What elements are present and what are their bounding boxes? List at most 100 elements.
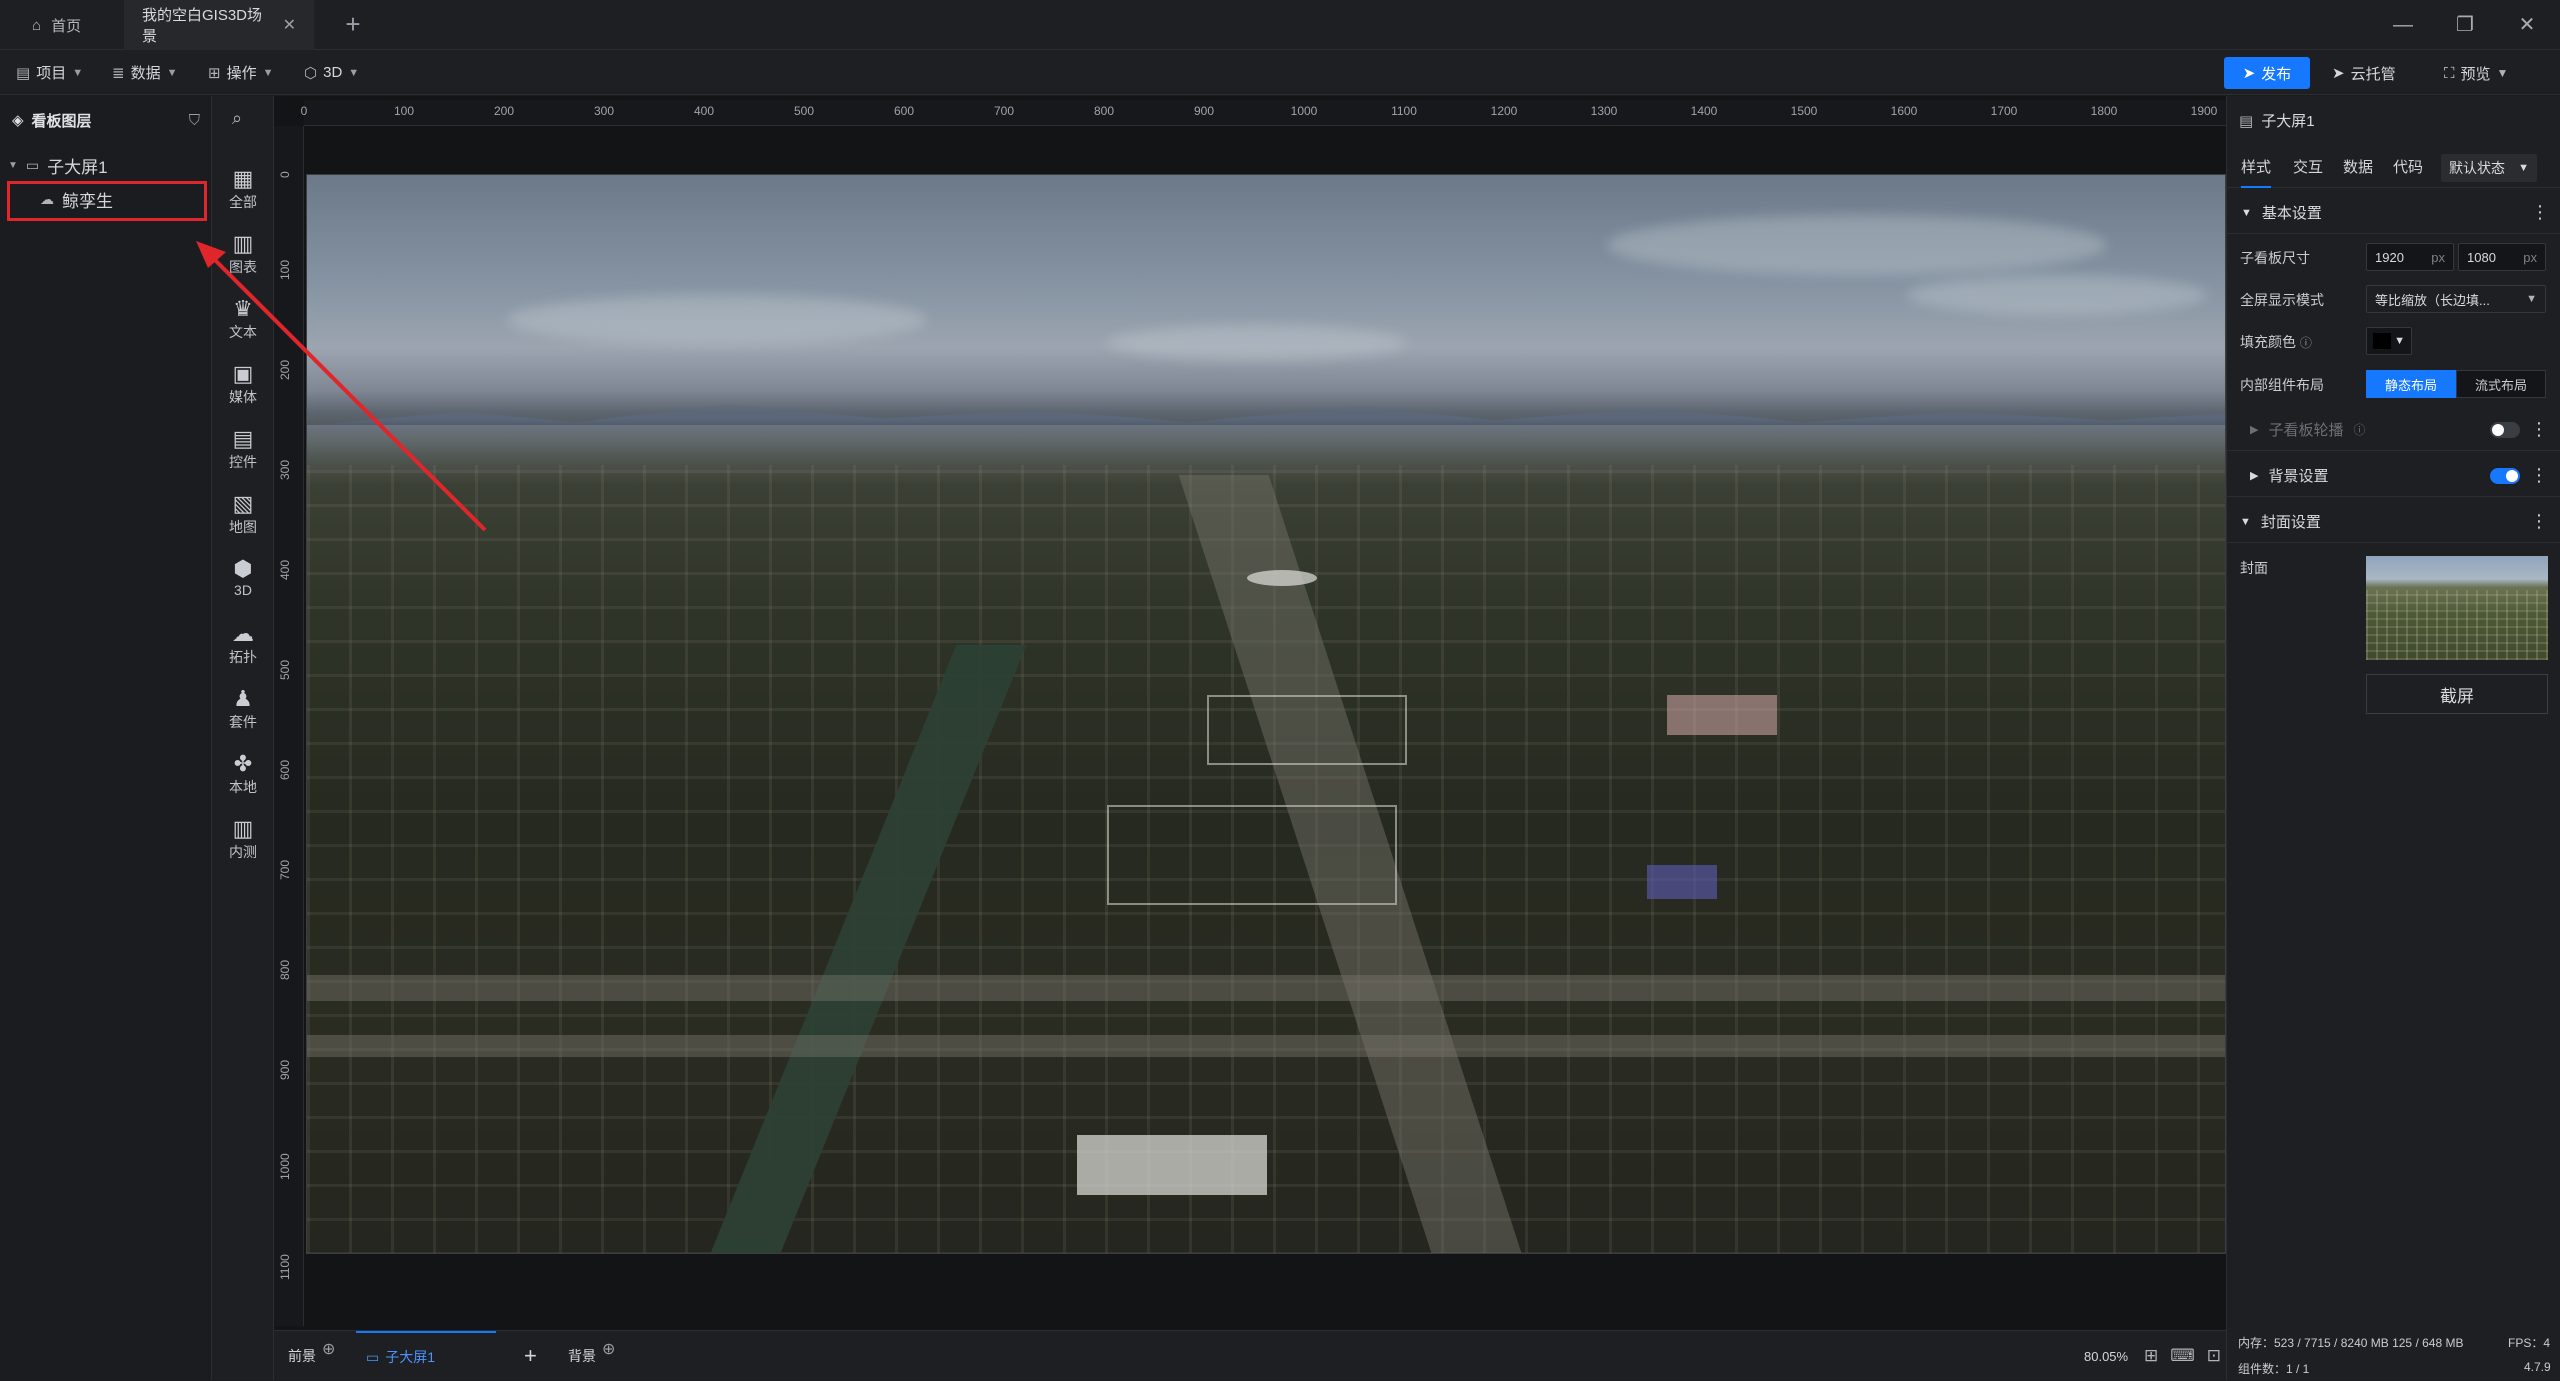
ruler-tick-label: 1000	[1290, 104, 1318, 118]
preview-button[interactable]: ⛶ 预览 ▼	[2444, 57, 2508, 89]
background-toggle[interactable]	[2490, 468, 2520, 484]
section-cover[interactable]: ▼ 封面设置 ⋮	[2226, 501, 2560, 543]
category-local[interactable]: ✤ 本地	[212, 747, 274, 807]
cloud-shape	[507, 295, 927, 345]
menu-3d[interactable]: ⬡ 3D ▼	[304, 50, 359, 95]
menu-operate[interactable]: ⊞ 操作 ▼	[208, 50, 273, 95]
compound-block	[1107, 805, 1397, 905]
publish-button[interactable]: ➤ 发布	[2224, 57, 2310, 89]
zoom-level[interactable]: 80.05%	[2084, 1331, 2128, 1381]
tab-scene[interactable]: 我的空白GIS3D场景 ✕	[124, 0, 314, 50]
screenshot-button[interactable]: 截屏	[2366, 674, 2548, 714]
caret-right-icon: ▶	[2250, 424, 2259, 436]
width-input[interactable]: 1920 px	[2366, 243, 2454, 271]
caret-down-icon: ▼	[2394, 335, 2405, 347]
menu-data[interactable]: ≣ 数据 ▼	[112, 50, 177, 95]
size-label: 子看板尺寸	[2240, 250, 2310, 266]
help-icon[interactable]: ⓘ	[2353, 421, 2365, 438]
restore-button[interactable]: ❐	[2448, 10, 2482, 40]
section-carousel[interactable]: ▶ 子看板轮播 ⓘ ⋮	[2226, 409, 2560, 451]
control-icon: ▤	[232, 426, 254, 451]
category-topology[interactable]: ☁ 拓扑	[212, 617, 274, 677]
more-icon[interactable]: ⋮	[2530, 465, 2548, 486]
tab-style[interactable]: 样式	[2241, 148, 2272, 188]
height-input[interactable]: 1080 px	[2458, 243, 2546, 271]
help-icon[interactable]: ⓘ	[2300, 336, 2312, 350]
carousel-toggle[interactable]	[2490, 422, 2520, 438]
ruler-tick-label: 300	[278, 459, 292, 480]
tab-code[interactable]: 代码	[2393, 148, 2423, 188]
cloud-hosting-label: 云托管	[2350, 65, 2396, 83]
layout-flow-button[interactable]: 流式布局	[2456, 370, 2546, 398]
category-controls[interactable]: ▤ 控件	[212, 422, 274, 482]
grid-icon: ⊞	[208, 64, 221, 82]
ruler-tick-label: 900	[1193, 104, 1215, 118]
ruler-tick-label: 500	[793, 104, 815, 118]
horizontal-ruler: 0 100 200 300 400 500 600 700 800 900 10…	[300, 100, 2226, 126]
chevron-down-icon: ▼	[2496, 66, 2509, 80]
category-all[interactable]: ▦ 全部	[212, 162, 274, 222]
section-background[interactable]: ▶ 背景设置 ⋮	[2226, 455, 2560, 497]
tab-home[interactable]: ⌂ 首页	[14, 0, 114, 50]
category-3d[interactable]: ⬢ 3D	[212, 552, 274, 612]
category-charts[interactable]: ▥ 图表	[212, 227, 274, 287]
category-text[interactable]: ♛ 文本	[212, 292, 274, 352]
fill-color-label: 填充颜色 ⓘ	[2240, 332, 2312, 352]
search-icon[interactable]: ⌕	[232, 108, 242, 129]
cloud-hosting-button[interactable]: ➤ 云托管	[2332, 57, 2396, 89]
component-category-bar: ⌕ ▦ 全部 ▥ 图表 ♛ 文本 ▣ 媒体 ▤ 控件 ▧ 地图 ⬢ 3D ☁ 拓扑 ♟ 套件 ✤ 本…	[212, 96, 274, 1380]
caret-down-icon[interactable]: ▼	[8, 160, 18, 171]
gis-3d-scene[interactable]	[306, 174, 2226, 1254]
layer-item-root[interactable]: ▼ ▭ 子大屏1	[8, 148, 108, 182]
cloud-shape	[1607, 215, 2107, 275]
minimize-button[interactable]: —	[2386, 10, 2420, 40]
fill-color-picker[interactable]: ▼	[2366, 327, 2412, 355]
topology-icon: ☁	[232, 621, 254, 646]
send-icon: ➤	[2332, 65, 2345, 82]
state-select[interactable]: 默认状态 ▼	[2441, 154, 2537, 182]
foreground-layer-button[interactable]: 前景 ⊕	[288, 1331, 335, 1381]
ruler-tick-label: 0	[300, 104, 308, 118]
toggle-knob	[2506, 470, 2518, 482]
keyboard-icon[interactable]: ⌨	[2170, 1346, 2195, 1366]
new-tab-button[interactable]: +	[338, 10, 368, 40]
state-value: 默认状态	[2449, 160, 2505, 176]
category-beta[interactable]: ▥ 内测	[212, 812, 274, 872]
cover-thumbnail[interactable]	[2366, 556, 2548, 660]
category-media[interactable]: ▣ 媒体	[212, 357, 274, 417]
category-label: 全部	[229, 194, 257, 210]
foreground-label: 前景	[288, 1348, 316, 1364]
tab-interaction[interactable]: 交互	[2293, 148, 2323, 188]
menu-project[interactable]: ▤ 项目 ▼	[16, 50, 83, 95]
tab-data[interactable]: 数据	[2343, 148, 2373, 188]
building	[1667, 695, 1777, 735]
more-icon[interactable]: ⋮	[2530, 419, 2548, 440]
ruler-tick-label: 1000	[278, 1153, 292, 1180]
category-map[interactable]: ▧ 地图	[212, 487, 274, 547]
fit-screen-icon[interactable]: ⊞	[2144, 1346, 2158, 1366]
section-cover-label: 封面设置	[2260, 514, 2321, 531]
cube-icon: ⬡	[304, 64, 318, 82]
fullscreen-icon: ⛶	[2444, 64, 2455, 82]
terminal-icon[interactable]: ⊡	[2207, 1346, 2221, 1366]
background-layer-button[interactable]: 背景 ⊕	[568, 1331, 615, 1381]
close-window-button[interactable]: ✕	[2510, 10, 2544, 40]
filter-icon[interactable]: ⛉	[189, 112, 200, 129]
ruler-tick-label: 200	[278, 359, 292, 380]
category-label: 图表	[229, 259, 257, 275]
category-kits[interactable]: ♟ 套件	[212, 682, 274, 742]
more-icon[interactable]: ⋮	[2531, 202, 2549, 223]
more-icon[interactable]: ⋮	[2530, 511, 2548, 532]
close-tab-icon[interactable]: ✕	[283, 15, 296, 35]
screen-tab-active[interactable]: ▭ 子大屏1	[356, 1331, 496, 1381]
add-screen-button[interactable]: +	[524, 1331, 537, 1381]
fullscreen-mode-select[interactable]: 等比缩放（长边填... ▼	[2366, 285, 2546, 313]
section-basic-settings[interactable]: ▼ 基本设置 ⋮	[2227, 192, 2560, 234]
plus-icon: +	[524, 1343, 537, 1368]
add-circle-icon[interactable]: ⊕	[602, 1339, 615, 1359]
layout-static-button[interactable]: 静态布局	[2366, 370, 2456, 398]
toggle-knob	[2492, 424, 2504, 436]
add-circle-icon[interactable]: ⊕	[322, 1339, 335, 1359]
ruler-tick-label: 0	[278, 171, 292, 178]
publish-label: 发布	[2261, 65, 2292, 83]
